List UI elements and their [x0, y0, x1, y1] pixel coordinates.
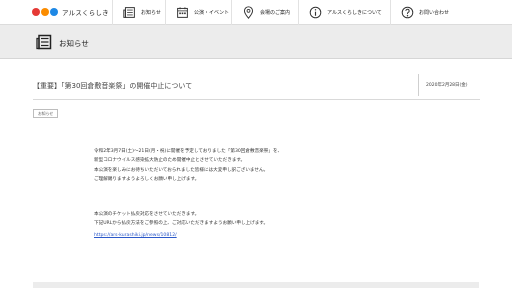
title-divider [418, 74, 419, 96]
page-header: お知らせ [0, 25, 512, 59]
info-icon [309, 6, 322, 19]
calendar-icon [177, 7, 188, 18]
paragraph-line: 令和2年3月7日(土)〜21日(月・祝)に開催を予定しておりました「第30回倉敷… [94, 149, 283, 154]
footer-bar [33, 282, 479, 288]
logo-text: アルスくらしき [62, 9, 109, 17]
paragraph-line: 本公演を楽しみにお待ちいただいておられました皆様には大変申し訳ございません。 [94, 167, 269, 173]
nav-item-news[interactable]: お知らせ [112, 0, 161, 25]
site-logo[interactable]: アルスくらしき [32, 6, 109, 18]
nav-item-events[interactable]: 公演・イベント [165, 0, 229, 25]
nav-label: お知らせ [141, 10, 161, 16]
newspaper-icon [123, 7, 135, 18]
top-nav: アルスくらしき お知らせ 公演・イベント 会場のご案内 アルスくらしきについて … [0, 0, 512, 25]
category-tag[interactable]: お知らせ [33, 109, 59, 118]
article-paragraph-2: 本公演のチケット払戻対応をさせていただきます。 下記URLから払戻方法をご参照の… [94, 210, 268, 229]
newspaper-icon [36, 34, 52, 50]
refund-info-link[interactable]: https://ars-kurashiki.jp/news/10812/ [94, 233, 177, 238]
nav-item-contact[interactable]: お問い合わせ [390, 0, 449, 25]
page-title: お知らせ [59, 39, 89, 48]
article-title: 【重要】「第30回倉敷音楽祭」の開催中止について [33, 82, 193, 90]
article-rule [33, 99, 480, 100]
article-paragraph-1: 令和2年3月7日(土)〜21日(月・祝)に開催を予定しておりました「第30回倉敷… [94, 147, 282, 184]
nav-label: 会場のご案内 [260, 10, 291, 16]
map-pin-icon [243, 6, 254, 19]
question-icon [401, 6, 414, 19]
paragraph-line: 本公演のチケット払戻対応をさせていただきます。 [94, 212, 200, 217]
nav-label: 公演・イベント [194, 10, 230, 16]
paragraph-line: 下記URLから払戻方法をご参照の上、ご対応いただきますようお願い申し上げます。 [94, 221, 269, 227]
nav-label: お問い合わせ [419, 10, 450, 16]
logo-mark-red [32, 8, 40, 16]
nav-item-about[interactable]: アルスくらしきについて [298, 0, 382, 25]
nav-item-venue[interactable]: 会場のご案内 [231, 0, 290, 25]
article-date: 2020年2月28日(金) [426, 83, 468, 88]
paragraph-line: ご理解賜りますようよろしくお願い申し上げます。 [94, 176, 200, 182]
logo-mark-blue [50, 8, 58, 16]
logo-mark-orange [41, 8, 49, 16]
nav-label: アルスくらしきについて [327, 10, 382, 16]
paragraph-line: 新型コロナウイルス感染拡大防止のため開催中止とさせていただきます。 [94, 158, 246, 164]
